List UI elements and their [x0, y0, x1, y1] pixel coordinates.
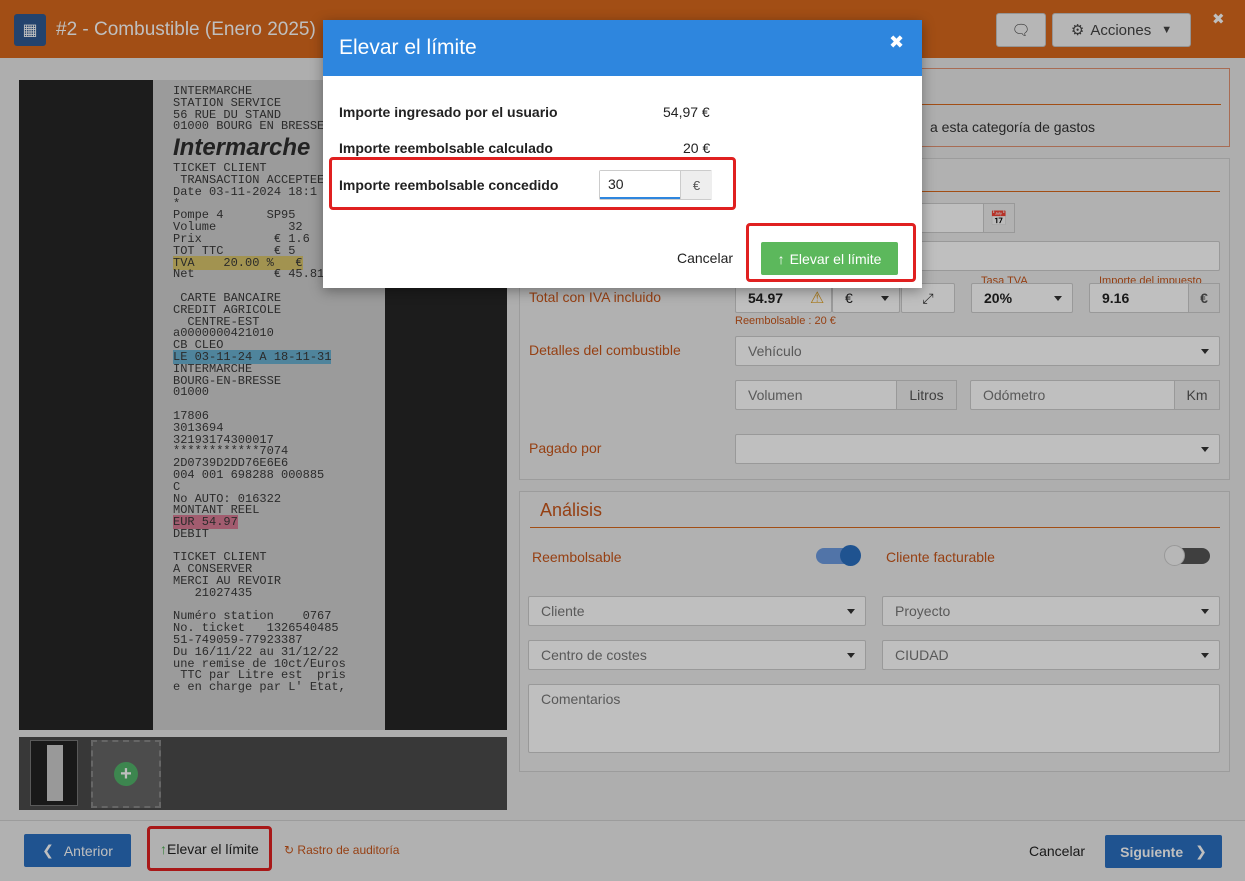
highlight-box-submit	[746, 223, 916, 282]
modal-header: Elevar el límite ✖	[323, 20, 922, 76]
elevar-limite-modal: Elevar el límite ✖ Importe ingresado por…	[323, 20, 922, 288]
importe-ingresado-value: 54,97 €	[663, 104, 710, 120]
modal-cancel-link[interactable]: Cancelar	[677, 250, 733, 266]
close-icon[interactable]: ✖	[889, 32, 904, 53]
importe-calculado-label: Importe reembolsable calculado	[339, 140, 553, 156]
importe-ingresado-label: Importe ingresado por el usuario	[339, 104, 558, 120]
importe-calculado-value: 20 €	[683, 140, 711, 156]
highlight-box-concedido	[329, 157, 736, 210]
modal-title: Elevar el límite	[339, 36, 477, 59]
